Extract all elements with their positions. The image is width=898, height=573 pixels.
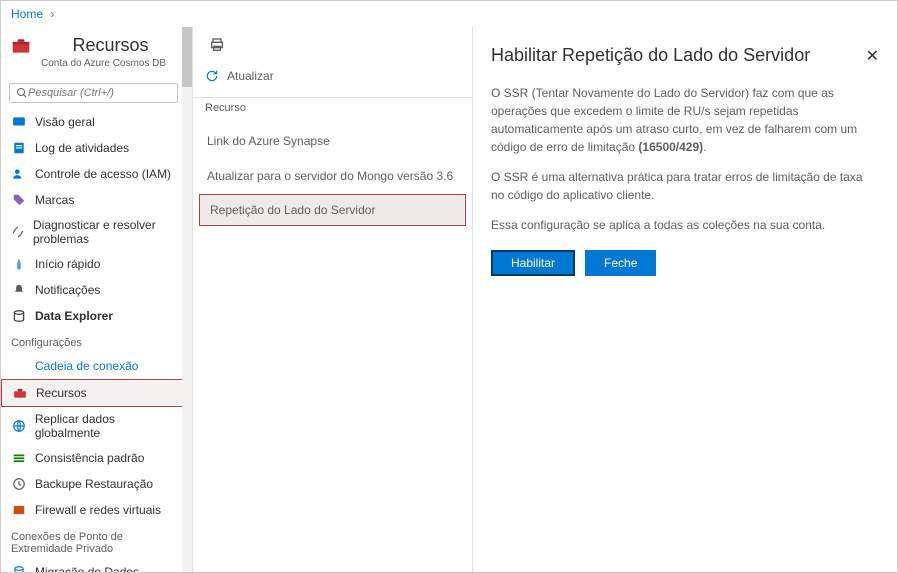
nav-label: Diagnosticar e resolver problemas [33,218,182,246]
close-icon[interactable]: ✕ [866,46,879,66]
nav-item-iam[interactable]: Controle de acesso (IAM) [1,161,192,187]
search-input-container[interactable] [9,83,178,103]
chevron-right-icon: › [50,7,54,21]
section-label: Recurso [193,98,472,124]
nav-item-overview[interactable]: Visão geral [1,109,192,135]
nav-item-diagnose[interactable]: Diagnosticar e resolver problemas [1,213,192,251]
breadcrumb-home[interactable]: Home [11,7,43,21]
close-button[interactable]: Feche [585,250,656,276]
nav-item-notifications[interactable]: Notificações [1,277,192,303]
consistency-icon [11,450,27,466]
scrollbar-track [182,109,192,572]
nav-label: Replicar dados globalmente [35,412,182,440]
nav-item-activity-log[interactable]: Log de atividades [1,135,192,161]
nav-label: Visão geral [35,115,95,129]
nav-label: Marcas [35,193,74,207]
nav-label: Consistência padrão [35,451,144,465]
nav-item-features[interactable]: Recursos [1,379,192,407]
nav-label: Migração de Dados [35,565,139,572]
panel-paragraph-3: Essa configuração se aplica a todas as c… [491,216,879,234]
middle-column: Atualizar Recurso Link do Azure Synapse … [193,27,473,572]
nav-item-quickstart[interactable]: Início rápido [1,251,192,277]
nav-item-tags[interactable]: Marcas [1,187,192,213]
nav-item-data-explorer[interactable]: Data Explorer [1,303,192,329]
option-synapse-link[interactable]: Link do Azure Synapse [193,124,472,159]
nav-label: Data Explorer [35,309,113,323]
data-explorer-icon [11,308,27,324]
sidebar-nav: Visão geral Log de atividades Controle d… [1,109,192,572]
detail-panel: Habilitar Repetição do Lado do Servidor … [473,27,897,572]
nav-item-backup[interactable]: Backupe Restauração [1,471,192,497]
refresh-icon [205,69,219,83]
overview-icon [11,114,27,130]
panel-paragraph-1: O SSR (Tentar Novamente do Lado do Servi… [491,84,879,156]
breadcrumb: Home › [1,1,897,27]
migration-icon [11,564,27,572]
sidebar-title: Recursos [39,35,182,56]
nav-item-data-migration[interactable]: Migração de Dados [1,559,192,572]
tag-icon [11,192,27,208]
nav-label: Recursos [36,386,87,400]
quickstart-icon [11,256,27,272]
diagnose-icon [11,224,25,240]
toolbox-icon [11,36,31,56]
search-icon [16,87,28,99]
nav-group-endpoints: Conexões de Ponto de Extremidade Privado [1,523,192,559]
key-icon [11,358,27,374]
bell-icon [11,282,27,298]
search-input[interactable] [28,87,171,99]
panel-paragraph-2: O SSR é uma alternativa prática para tra… [491,168,879,204]
option-server-side-retry[interactable]: Repetição do Lado do Servidor [199,194,466,226]
refresh-label: Atualizar [227,69,274,83]
enable-button[interactable]: Habilitar [491,250,575,276]
firewall-icon [11,502,27,518]
globe-icon [11,418,27,434]
log-icon [11,140,27,156]
backup-icon [11,476,27,492]
sidebar: Recursos Conta do Azure Cosmos DB « Visã… [1,27,193,572]
nav-item-connection-string[interactable]: Cadeia de conexão [1,353,192,379]
nav-label: Log de atividades [35,141,129,155]
nav-item-firewall[interactable]: Firewall e redes virtuais [1,497,192,523]
refresh-button[interactable]: Atualizar [193,63,472,97]
nav-label: Backupe Restauração [35,477,153,491]
nav-label: Controle de acesso (IAM) [35,167,171,181]
nav-label: Cadeia de conexão [35,359,138,373]
option-upgrade-mongo[interactable]: Atualizar para o servidor do Mongo versã… [193,159,472,194]
sidebar-subtitle: Conta do Azure Cosmos DB [1,58,192,69]
nav-item-replicate[interactable]: Replicar dados globalmente [1,407,192,445]
nav-label: Firewall e redes virtuais [35,503,161,517]
nav-label: Notificações [35,283,100,297]
print-icon[interactable] [209,37,225,53]
nav-label: Início rápido [35,257,100,271]
nav-group-config: Configurações [1,329,192,353]
iam-icon [11,166,27,182]
panel-title: Habilitar Repetição do Lado do Servidor [491,45,810,66]
toolbox-small-icon [12,385,28,401]
nav-item-consistency[interactable]: Consistência padrão [1,445,192,471]
